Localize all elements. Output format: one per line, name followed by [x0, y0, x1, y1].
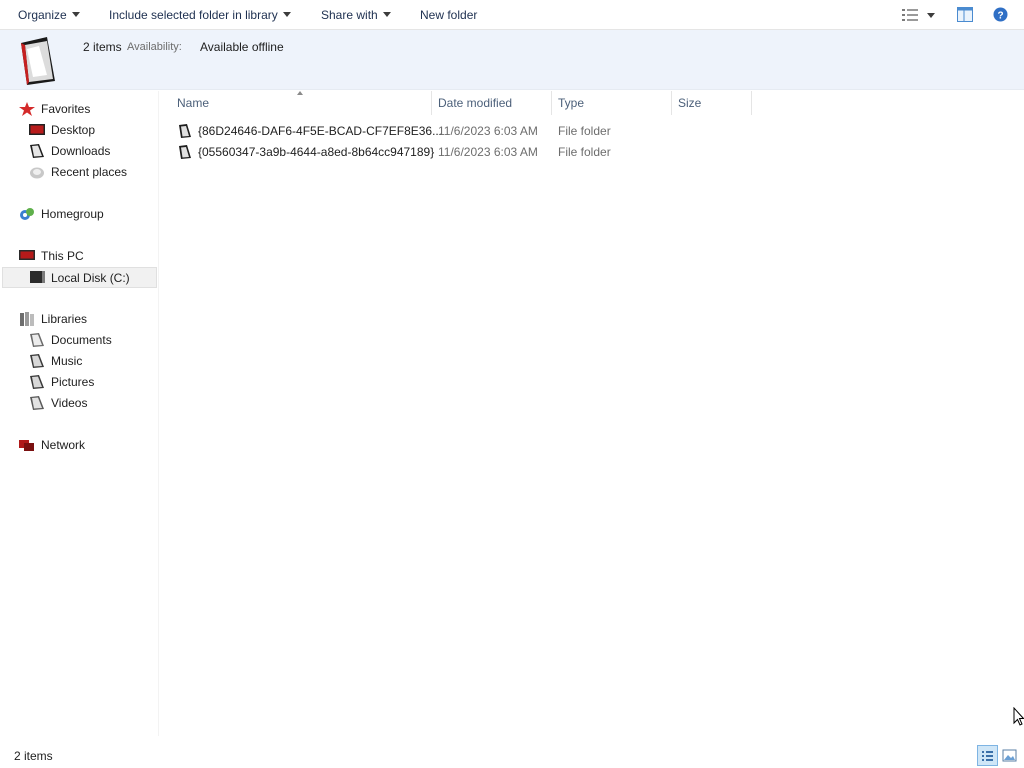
libraries-icon — [20, 312, 34, 326]
nav-label: Homegroup — [41, 207, 104, 221]
chevron-down-icon — [71, 12, 80, 18]
homegroup-icon — [20, 208, 34, 220]
videos-folder-icon — [30, 396, 44, 410]
file-date: 11/6/2023 6:03 AM — [438, 145, 538, 159]
details-view-icon — [982, 751, 993, 761]
new-folder-label: New folder — [420, 8, 478, 22]
nav-libraries[interactable]: Libraries — [18, 309, 156, 330]
file-type: File folder — [558, 145, 611, 159]
chevron-down-icon — [282, 12, 291, 18]
nav-label: Favorites — [41, 102, 91, 116]
pane-divider[interactable] — [158, 91, 159, 736]
nav-label: Local Disk (C:) — [51, 271, 130, 285]
nav-label: Recent places — [51, 165, 128, 179]
nav-this-pc[interactable]: This PC — [18, 246, 156, 267]
column-header-date-modified[interactable]: Date modified — [432, 91, 552, 115]
help-icon[interactable]: ? — [993, 7, 1008, 22]
details-view-button[interactable] — [977, 745, 998, 766]
nav-label: Network — [41, 438, 86, 452]
availability-value: Available offline — [200, 40, 284, 54]
nav-label: Downloads — [51, 144, 111, 158]
file-list: Name Date modified Type Size {86D24646-D… — [160, 91, 1024, 736]
folder-thumbnail-icon — [21, 37, 55, 85]
include-library-label: Include selected folder in library — [109, 8, 278, 22]
details-pane: 2 items Availability: Available offline — [0, 30, 1024, 90]
nav-downloads[interactable]: Downloads — [28, 141, 156, 162]
file-date: 11/6/2023 6:03 AM — [438, 124, 538, 138]
nav-videos[interactable]: Videos — [28, 393, 156, 414]
new-folder-button[interactable]: New folder — [420, 0, 477, 30]
folder-icon — [179, 145, 191, 159]
explorer-window: Organize Include selected folder in libr… — [0, 0, 1024, 768]
nav-label: Music — [51, 354, 83, 368]
file-name: {86D24646-DAF6-4F5E-BCAD-CF7EF8E36... — [198, 124, 443, 138]
organize-label: Organize — [18, 8, 67, 22]
column-separator[interactable] — [751, 91, 752, 115]
nav-network[interactable]: Network — [18, 435, 156, 456]
share-with-label: Share with — [321, 8, 378, 22]
column-label: Date modified — [438, 96, 513, 110]
large-icons-view-icon[interactable] — [1001, 747, 1018, 764]
status-item-count: 2 items — [14, 749, 53, 763]
share-with-button[interactable]: Share with — [321, 0, 391, 30]
nav-music[interactable]: Music — [28, 351, 156, 372]
availability-label: Availability: — [127, 41, 182, 53]
file-name: {05560347-3a9b-4644-a8ed-8b64cc947189} — [198, 145, 435, 159]
view-options-chevron-icon[interactable] — [927, 13, 935, 18]
computer-icon — [19, 250, 35, 260]
change-view-icon[interactable] — [902, 9, 918, 21]
star-icon — [19, 102, 35, 116]
chevron-down-icon — [382, 12, 391, 18]
table-row[interactable]: {86D24646-DAF6-4F5E-BCAD-CF7EF8E36... 11… — [176, 121, 756, 142]
desktop-icon — [29, 124, 45, 135]
nav-label: Pictures — [51, 375, 95, 389]
preview-pane-icon[interactable] — [957, 7, 973, 22]
nav-local-disk[interactable]: Local Disk (C:) — [2, 267, 157, 288]
navigation-pane: Favorites Desktop Downloads Recent place… — [0, 91, 158, 736]
column-label: Name — [177, 96, 210, 110]
nav-label: Documents — [51, 333, 112, 347]
include-in-library-button[interactable]: Include selected folder in library — [109, 0, 291, 30]
organize-button[interactable]: Organize — [18, 0, 80, 30]
nav-label: This PC — [41, 249, 84, 263]
music-folder-icon — [30, 354, 44, 368]
network-icon — [19, 440, 34, 451]
sort-ascending-icon — [297, 91, 303, 95]
nav-pictures[interactable]: Pictures — [28, 372, 156, 393]
nav-label: Videos — [51, 396, 88, 410]
column-label: Size — [678, 96, 702, 110]
item-count: 2 items — [83, 40, 122, 54]
nav-label: Desktop — [51, 123, 96, 137]
nav-favorites[interactable]: Favorites — [18, 99, 156, 120]
drive-icon — [30, 271, 45, 283]
pictures-folder-icon — [30, 375, 44, 389]
svg-text:?: ? — [997, 10, 1003, 21]
nav-desktop[interactable]: Desktop — [28, 120, 156, 141]
column-header-size[interactable]: Size — [672, 91, 752, 115]
documents-folder-icon — [30, 333, 44, 347]
nav-recent-places[interactable]: Recent places — [28, 162, 156, 183]
downloads-folder-icon — [30, 144, 44, 158]
folder-icon — [179, 124, 191, 138]
file-type: File folder — [558, 124, 611, 138]
command-bar: Organize Include selected folder in libr… — [0, 0, 1024, 30]
nav-label: Libraries — [41, 312, 88, 326]
table-row[interactable]: {05560347-3a9b-4644-a8ed-8b64cc947189} 1… — [176, 142, 756, 163]
column-header-type[interactable]: Type — [552, 91, 672, 115]
recent-places-icon — [30, 167, 44, 179]
nav-documents[interactable]: Documents — [28, 330, 156, 351]
status-bar: 2 items — [0, 744, 1024, 768]
column-label: Type — [558, 96, 585, 110]
mouse-cursor-icon — [1013, 707, 1024, 726]
nav-homegroup[interactable]: Homegroup — [18, 204, 156, 225]
